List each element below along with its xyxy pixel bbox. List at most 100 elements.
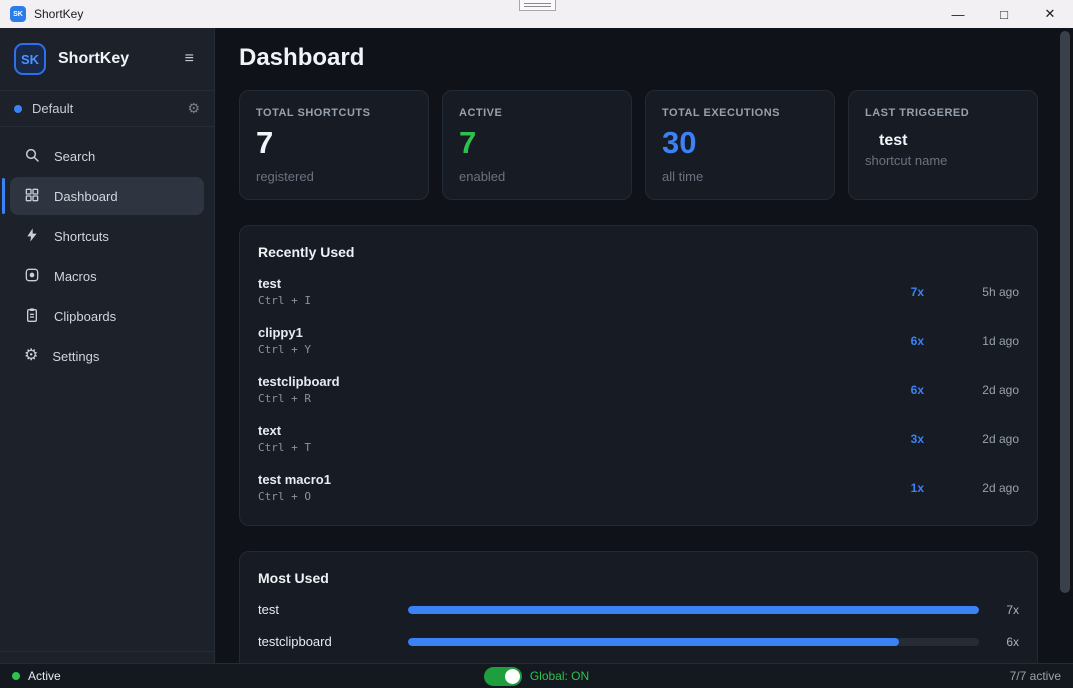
recent-item[interactable]: test Ctrl + I 7x 5h ago xyxy=(258,276,1019,307)
sidebar-item-label: Dashboard xyxy=(54,189,118,204)
app-window: SK ShortKey — □ ✕ SK ShortKey ≡ Default … xyxy=(0,0,1073,688)
recent-item[interactable]: text Ctrl + T 3x 2d ago xyxy=(258,423,1019,454)
snap-layout-indicator[interactable] xyxy=(519,0,556,11)
section-title: Most Used xyxy=(258,570,1019,586)
sidebar-item-label: Shortcuts xyxy=(54,229,109,244)
most-used-row: testclipboard 6x xyxy=(258,634,1019,649)
global-toggle-label: Global: ON xyxy=(530,669,589,683)
stat-value: 7 xyxy=(459,127,615,160)
sidebar-item-settings[interactable]: ⚙ Settings xyxy=(10,337,204,375)
lightning-icon xyxy=(24,227,40,246)
shortcut-name: testclipboard xyxy=(258,374,884,389)
usage-count: 6x xyxy=(884,383,924,397)
maximize-button[interactable]: □ xyxy=(981,0,1027,28)
recent-item[interactable]: testclipboard Ctrl + R 6x 2d ago xyxy=(258,374,1019,405)
section-title: Recently Used xyxy=(258,244,1019,260)
macro-icon xyxy=(24,267,40,286)
last-used-time: 5h ago xyxy=(924,285,1019,299)
sidebar-item-label: Macros xyxy=(54,269,97,284)
stat-card-total-executions: TOTAL EXECUTIONS 30 all time xyxy=(645,90,835,200)
shortcut-keys: Ctrl + Y xyxy=(258,343,884,356)
sidebar: SK ShortKey ≡ Default ⚙ Search xyxy=(0,28,215,688)
gear-icon: ⚙ xyxy=(24,348,38,364)
scrollbar-thumb[interactable] xyxy=(1060,31,1070,593)
usage-bar-track xyxy=(408,638,979,646)
stat-label: TOTAL SHORTCUTS xyxy=(256,107,412,119)
usage-bar-fill xyxy=(408,638,899,646)
shortcut-keys: Ctrl + R xyxy=(258,392,884,405)
dashboard-icon xyxy=(24,187,40,206)
stat-label: LAST TRIGGERED xyxy=(865,107,1021,119)
sidebar-item-label: Clipboards xyxy=(54,309,116,324)
status-text: Active xyxy=(28,669,61,683)
shortcut-keys: Ctrl + T xyxy=(258,441,884,454)
status-dot xyxy=(12,672,20,680)
sidebar-item-shortcuts[interactable]: Shortcuts xyxy=(10,217,204,255)
sidebar-item-label: Settings xyxy=(52,349,99,364)
recent-item[interactable]: test macro1 Ctrl + O 1x 2d ago xyxy=(258,472,1019,503)
stat-value: test xyxy=(865,133,1021,150)
most-used-row: test 7x xyxy=(258,602,1019,617)
shortcut-keys: Ctrl + O xyxy=(258,490,884,503)
app-name: ShortKey xyxy=(58,50,179,68)
main-content: Dashboard TOTAL SHORTCUTS 7 registered A… xyxy=(215,28,1073,688)
close-button[interactable]: ✕ xyxy=(1027,0,1073,28)
profile-row[interactable]: Default ⚙ xyxy=(0,91,214,126)
sidebar-item-macros[interactable]: Macros xyxy=(10,257,204,295)
stat-value: 7 xyxy=(256,127,412,160)
usage-bar-track xyxy=(408,606,979,614)
active-count: 7/7 active xyxy=(761,669,1061,683)
shortcut-name: testclipboard xyxy=(258,634,408,649)
last-used-time: 1d ago xyxy=(924,334,1019,348)
profile-name: Default xyxy=(32,101,187,116)
page-title: Dashboard xyxy=(239,44,1038,72)
toggle-knob xyxy=(505,669,520,684)
sidebar-item-clipboards[interactable]: Clipboards xyxy=(10,297,204,335)
global-toggle[interactable] xyxy=(484,667,522,686)
stat-label: TOTAL EXECUTIONS xyxy=(662,107,818,119)
app-logo: SK xyxy=(14,43,46,75)
sidebar-item-label: Search xyxy=(54,149,95,164)
recently-used-card: Recently Used test Ctrl + I 7x 5h ago cl… xyxy=(239,225,1038,526)
stat-sub: registered xyxy=(256,169,412,184)
stat-sub: all time xyxy=(662,169,818,184)
shortcut-keys: Ctrl + I xyxy=(258,294,884,307)
sidebar-item-search[interactable]: Search xyxy=(10,137,204,175)
usage-count: 7x xyxy=(884,285,924,299)
usage-count: 1x xyxy=(884,481,924,495)
sidebar-item-dashboard[interactable]: Dashboard xyxy=(10,177,204,215)
usage-count: 6x xyxy=(884,334,924,348)
recent-item[interactable]: clippy1 Ctrl + Y 6x 1d ago xyxy=(258,325,1019,356)
shortcut-name: test xyxy=(258,602,408,617)
shortcut-name: test macro1 xyxy=(258,472,884,487)
last-used-time: 2d ago xyxy=(924,383,1019,397)
stat-sub: shortcut name xyxy=(865,153,1021,168)
stat-value: 30 xyxy=(662,127,818,160)
profile-status-dot xyxy=(14,105,22,113)
search-icon xyxy=(24,147,40,166)
clipboard-icon xyxy=(24,307,40,326)
menu-toggle-icon[interactable]: ≡ xyxy=(179,48,200,70)
sidebar-nav: Search Dashboard Shortcuts xyxy=(0,127,214,385)
usage-count: 7x xyxy=(979,603,1019,617)
stat-sub: enabled xyxy=(459,169,615,184)
usage-count: 3x xyxy=(884,432,924,446)
window-title: ShortKey xyxy=(34,7,83,21)
last-used-time: 2d ago xyxy=(924,432,1019,446)
minimize-button[interactable]: — xyxy=(935,0,981,28)
profile-gear-icon[interactable]: ⚙ xyxy=(187,100,200,117)
stat-cards: TOTAL SHORTCUTS 7 registered ACTIVE 7 en… xyxy=(239,90,1038,200)
stat-card-active: ACTIVE 7 enabled xyxy=(442,90,632,200)
shortcut-name: text xyxy=(258,423,884,438)
usage-count: 6x xyxy=(979,635,1019,649)
shortcut-name: test xyxy=(258,276,884,291)
stat-label: ACTIVE xyxy=(459,107,615,119)
shortcut-name: clippy1 xyxy=(258,325,884,340)
last-used-time: 2d ago xyxy=(924,481,1019,495)
status-bar: Active Global: ON 7/7 active xyxy=(0,663,1073,688)
app-icon: SK xyxy=(10,6,26,22)
titlebar[interactable]: SK ShortKey — □ ✕ xyxy=(0,0,1073,28)
stat-card-last-triggered: LAST TRIGGERED test shortcut name xyxy=(848,90,1038,200)
stat-card-total-shortcuts: TOTAL SHORTCUTS 7 registered xyxy=(239,90,429,200)
usage-bar-fill xyxy=(408,606,979,614)
